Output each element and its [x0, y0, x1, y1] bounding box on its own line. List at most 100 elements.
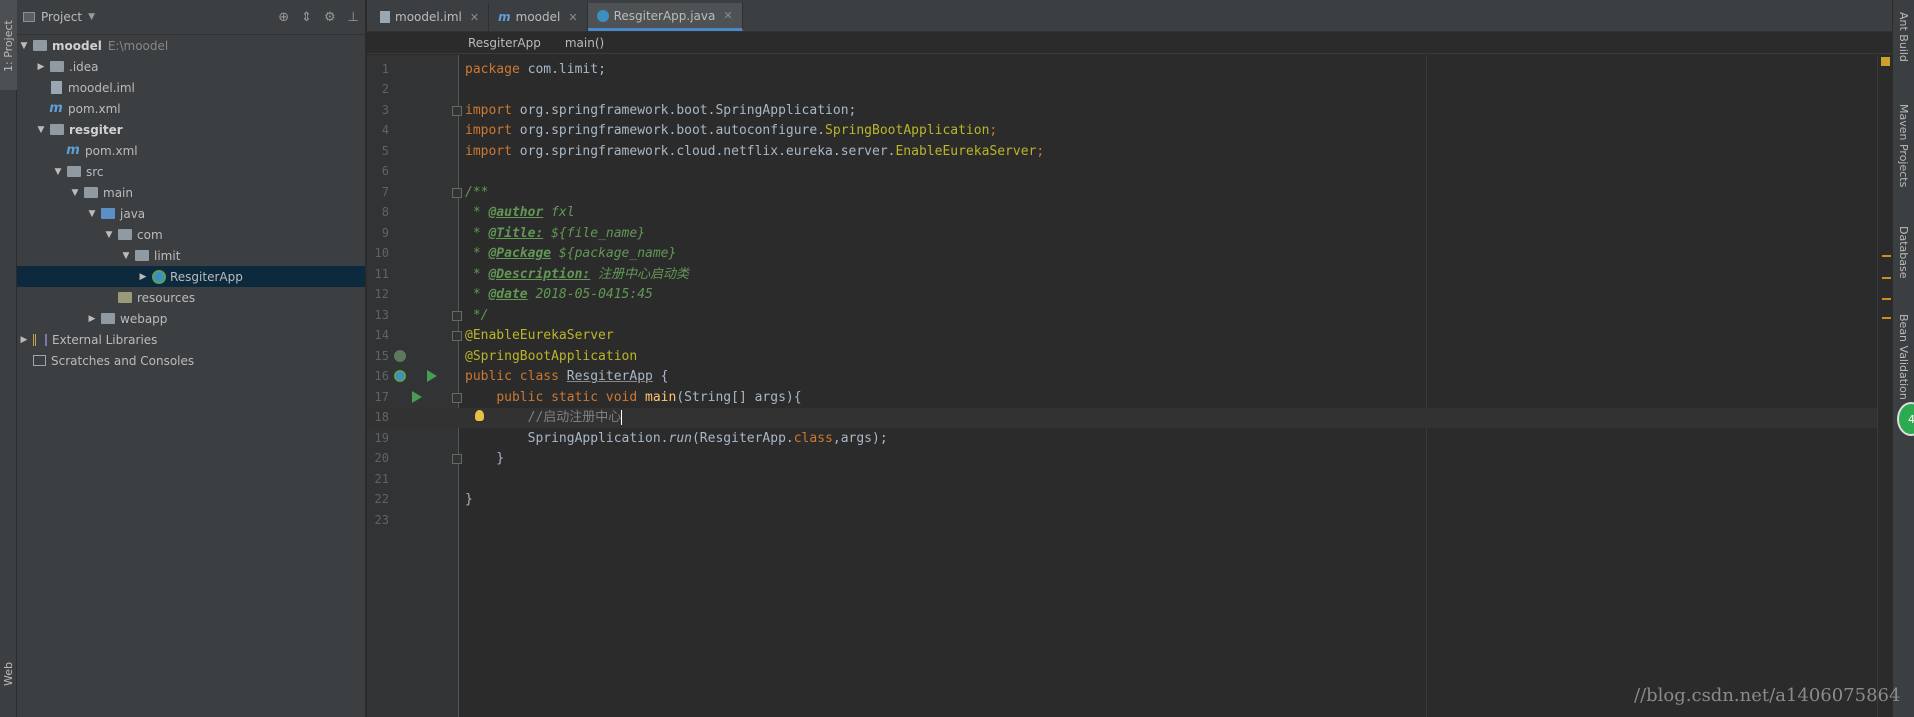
folder-icon [50, 61, 64, 72]
tree-item-label: Scratches and Consoles [51, 353, 195, 368]
line-number: 20 [374, 451, 389, 465]
code-text: public static void main(String[] args){ [496, 390, 802, 405]
code-text: } [465, 492, 473, 507]
line-number: 13 [374, 308, 389, 322]
tree-item-moodel-iml[interactable]: moodel.iml [17, 77, 365, 98]
gear-icon[interactable]: ⚙ [324, 10, 336, 25]
code-line: 14 @EnableEurekaServer [367, 326, 1877, 346]
tree-item-webapp[interactable]: ▶ webapp [17, 308, 365, 329]
fold-icon[interactable] [452, 106, 462, 116]
chevron-down-icon[interactable]: ▼ [68, 188, 82, 198]
warning-marker[interactable] [1882, 277, 1891, 279]
right-tool-strip: Ant Build Maven Projects Database Bean V… [1892, 0, 1914, 717]
project-view-selector[interactable]: Project [41, 10, 82, 24]
file-icon [51, 81, 62, 94]
code-text: */ [465, 308, 489, 323]
tree-item-label: src [86, 164, 104, 179]
editor-tab-bar: moodel.iml ✕ m moodel ✕ ResgiterApp.java… [367, 0, 1892, 32]
code-text: import org.springframework.boot.SpringAp… [465, 103, 857, 118]
web-tool-tab[interactable]: Web [0, 640, 17, 717]
tab-moodel[interactable]: m moodel ✕ [489, 3, 588, 31]
run-icon[interactable] [412, 391, 422, 403]
tree-item-label: External Libraries [52, 332, 158, 347]
chevron-down-icon[interactable]: ▼ [85, 209, 99, 219]
close-icon[interactable]: ✕ [470, 11, 479, 24]
fold-icon[interactable] [452, 311, 462, 321]
chevron-right-icon[interactable]: ▶ [85, 314, 99, 324]
code-line-current: 18 //启动注册中心 [367, 408, 1877, 428]
tree-item-pom[interactable]: m pom.xml [17, 140, 365, 161]
chevron-down-icon[interactable]: ▼ [34, 125, 48, 135]
code-line: 22 } [367, 490, 1877, 510]
warning-marker[interactable] [1882, 298, 1891, 300]
line-number: 23 [374, 513, 389, 527]
inspection-status-icon[interactable] [1881, 57, 1890, 66]
chevron-right-icon[interactable]: ▶ [136, 272, 150, 282]
tree-item-pom[interactable]: m pom.xml [17, 98, 365, 119]
tree-item-idea[interactable]: ▶ .idea [17, 56, 365, 77]
chevron-right-icon[interactable]: ▶ [34, 62, 48, 72]
resources-folder-icon [118, 292, 132, 303]
spring-bean-icon[interactable] [394, 370, 406, 382]
bean-validation-tab-label: Bean Validation [1897, 314, 1910, 400]
line-number: 5 [381, 144, 389, 158]
tree-item-limit[interactable]: ▼ limit [17, 245, 365, 266]
code-line: 12 * @date 2018-05-0415:45 [367, 285, 1877, 305]
database-tab-label: Database [1897, 226, 1910, 279]
locate-icon[interactable]: ⊕ [278, 10, 289, 25]
close-icon[interactable]: ✕ [568, 11, 577, 24]
maven-icon: m [66, 143, 80, 158]
tree-item-com[interactable]: ▼ com [17, 224, 365, 245]
code-text: SpringApplication.run(ResgiterApp.class,… [465, 431, 888, 446]
tree-item-src[interactable]: ▼ src [17, 161, 365, 182]
project-panel: Project ▼ ⊕ ⇕ ⚙ ⊥ ▼ moodel E:\moodel ▶ .… [17, 0, 366, 717]
tree-item-resources[interactable]: resources [17, 287, 365, 308]
warning-marker[interactable] [1882, 317, 1891, 319]
chevron-down-icon[interactable]: ▼ [88, 12, 95, 22]
fold-icon[interactable] [452, 454, 462, 464]
tree-item-moodel[interactable]: ▼ moodel E:\moodel [17, 35, 365, 56]
left-tool-strip: 1: Project Web [0, 0, 17, 717]
tree-item-label: resgiter [69, 122, 123, 137]
breadcrumb-class[interactable]: ResgiterApp [468, 36, 541, 50]
warning-marker[interactable] [1882, 255, 1891, 257]
find-usages-icon[interactable] [394, 350, 406, 362]
ant-build-tab-label: Ant Build [1897, 12, 1910, 62]
tree-item-scratches[interactable]: Scratches and Consoles [17, 350, 365, 371]
fold-icon[interactable] [452, 331, 462, 341]
tree-item-external-libraries[interactable]: ▶ External Libraries [17, 329, 365, 350]
line-number: 9 [381, 226, 389, 240]
chevron-down-icon[interactable]: ▼ [102, 230, 116, 240]
fold-icon[interactable] [452, 393, 462, 403]
code-line: 9 * @Title: ${file_name} [367, 224, 1877, 244]
line-number: 21 [374, 472, 389, 486]
project-panel-toolbar: ⊕ ⇕ ⚙ ⊥ [278, 10, 359, 25]
code-area[interactable]: 1 package com.limit; 2 3 import org.spri… [367, 55, 1877, 717]
tree-item-label: .idea [69, 59, 99, 74]
chevron-right-icon[interactable]: ▶ [17, 335, 31, 345]
breadcrumb-method[interactable]: main() [565, 36, 604, 50]
tree-item-resgiterapp[interactable]: ▶ ResgiterApp [17, 266, 365, 287]
tree-item-resgiter[interactable]: ▼ resgiter [17, 119, 365, 140]
web-tool-tab-label: Web [2, 662, 15, 686]
project-tool-tab[interactable]: 1: Project [0, 0, 17, 90]
maven-projects-tab-label: Maven Projects [1897, 104, 1910, 188]
fold-icon[interactable] [452, 188, 462, 198]
tab-resgiterapp-java[interactable]: ResgiterApp.java ✕ [587, 3, 743, 31]
project-tree: ▼ moodel E:\moodel ▶ .idea moodel.iml m … [17, 35, 365, 371]
hide-panel-icon[interactable]: ⊥ [348, 10, 359, 25]
editor-scrollbar[interactable] [1877, 55, 1892, 717]
code-text: package com.limit; [465, 62, 606, 77]
chevron-down-icon[interactable]: ▼ [17, 41, 31, 51]
collapse-all-icon[interactable]: ⇕ [301, 10, 312, 25]
tree-item-java[interactable]: ▼ java [17, 203, 365, 224]
code-text: import org.springframework.cloud.netflix… [465, 144, 1045, 159]
code-text: @EnableEurekaServer [465, 328, 614, 343]
run-icon[interactable] [427, 370, 437, 382]
tree-item-main[interactable]: ▼ main [17, 182, 365, 203]
tab-moodel-iml[interactable]: moodel.iml ✕ [371, 3, 490, 31]
chevron-down-icon[interactable]: ▼ [51, 167, 65, 177]
chevron-down-icon[interactable]: ▼ [119, 251, 133, 261]
close-icon[interactable]: ✕ [723, 9, 732, 22]
code-line: 2 [367, 80, 1877, 100]
